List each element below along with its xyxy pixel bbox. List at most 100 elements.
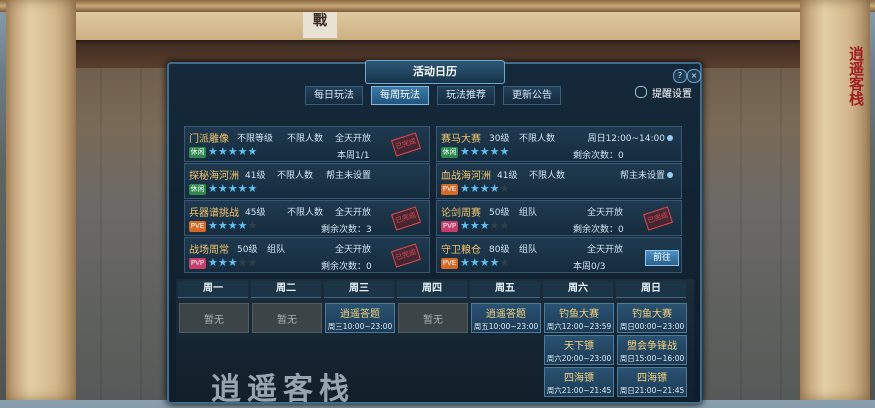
day-header-sun: 周日 [616, 281, 686, 298]
activity-name: 赛马大赛 [441, 134, 481, 145]
activity-limit: 不限人数 [529, 171, 566, 181]
slot-name: 逍遥答题 [340, 309, 380, 320]
activity-level: 80级 [489, 245, 510, 255]
activity-calendar-window: 活动日历 ? × 每日玩法 每周玩法 玩法推荐 更新公告 提醒设置 门派雕像 不… [167, 60, 702, 407]
remind-settings-button[interactable]: 提醒设置 [635, 86, 692, 104]
activity-level: 50级 [237, 245, 258, 255]
activity-tag: 休闲 [189, 184, 206, 195]
schedule-slot[interactable]: 逍遥答题 周三10:00~23:00 [325, 303, 395, 333]
activity-card[interactable]: 血战海河洲 41级 不限人数 帮主未设置 PVE ★★★★★ [436, 163, 682, 199]
rating-stars: ★★★★★ [460, 219, 510, 232]
activity-count: 剩余次数：0 [573, 225, 624, 235]
activity-time: 全天开放 [334, 134, 371, 144]
completed-stamp: 已完成 [391, 243, 421, 268]
activity-name: 守卫粮仓 [441, 245, 481, 256]
activity-card[interactable]: 门派雕像 不限等级 不限人数 全天开放 休闲 ★★★★★ 本周1/1 已完成 [184, 126, 430, 162]
top-scroll-rod [0, 0, 875, 12]
tab-announcement[interactable]: 更新公告 [503, 86, 561, 105]
slot-time: 周日00:00~23:00 [619, 322, 685, 331]
activity-level: 不限等级 [237, 134, 274, 144]
slot-time: 周日15:00~16:00 [619, 354, 685, 363]
activity-time-text: 帮主未设置 [619, 171, 665, 181]
activity-time: 周日12:00~14:00 [588, 131, 673, 144]
slot-name: 暂无 [277, 315, 297, 326]
activity-card[interactable]: 论剑周赛 50级 组队 全天开放 PVP ★★★★★ 剩余次数：0 已完成 [436, 200, 682, 236]
help-button[interactable]: ? [673, 69, 687, 83]
clock-icon [667, 172, 673, 178]
rating-stars: ★★★★★ [208, 145, 258, 158]
slot-time: 周日21:00~21:45 [619, 386, 685, 395]
activity-tag: PVE [441, 184, 458, 195]
activity-level: 30级 [489, 134, 510, 144]
activity-limit: 组队 [267, 245, 286, 255]
completed-stamp: 已完成 [643, 206, 673, 231]
rating-stars: ★★★★★ [460, 145, 510, 158]
slot-time: 周三10:00~23:00 [327, 322, 393, 331]
tab-daily[interactable]: 每日玩法 [305, 86, 363, 105]
activity-time: 全天开放 [586, 245, 623, 255]
slot-name: 钓鱼大赛 [559, 309, 599, 320]
schedule-slot[interactable]: 钓鱼大赛 周日00:00~23:00 [617, 303, 687, 333]
slot-name: 盟会争锋战 [627, 341, 677, 352]
close-button[interactable]: × [687, 69, 701, 83]
activity-card[interactable]: 兵器谱挑战 45级 不限人数 全天开放 PVE ★★★★★ 剩余次数：3 已完成 [184, 200, 430, 236]
activity-card[interactable]: 战场周常 50级 组队 全天开放 PVP ★★★★★ 剩余次数：0 已完成 [184, 237, 430, 273]
activity-count: 剩余次数：3 [321, 225, 372, 235]
slot-time: 周六21:00~21:45 [546, 386, 612, 395]
activity-count: 本周1/1 [337, 151, 370, 161]
completed-stamp: 已完成 [391, 132, 421, 157]
slot-time: 周六12:00~23:59 [546, 322, 612, 331]
activity-level: 50级 [489, 208, 510, 218]
activity-count: 剩余次数：0 [573, 151, 624, 161]
activity-name: 论剑周赛 [441, 208, 481, 219]
activity-time-text: 周日12:00~14:00 [587, 134, 665, 144]
schedule-slot[interactable]: 钓鱼大赛 周六12:00~23:59 [544, 303, 614, 333]
activity-tag: PVP [189, 258, 206, 269]
schedule-slot[interactable]: 四海镖 周六21:00~21:45 [544, 367, 614, 397]
go-button[interactable]: 前往 [645, 250, 679, 266]
slot-name: 暂无 [204, 315, 224, 326]
schedule-slot[interactable]: 逍遥答题 周五10:00~23:00 [471, 303, 541, 333]
slot-name: 天下镖 [564, 341, 594, 352]
tab-recommend[interactable]: 玩法推荐 [437, 86, 495, 105]
left-scroll [6, 0, 76, 400]
activity-name: 战场周常 [189, 245, 229, 256]
day-header-tue: 周二 [251, 281, 321, 298]
activity-tag: PVE [441, 258, 458, 269]
completed-stamp: 已完成 [391, 206, 421, 231]
slot-name: 暂无 [423, 315, 443, 326]
schedule-slot[interactable]: 天下镖 周六20:00~23:00 [544, 335, 614, 365]
clock-icon [635, 86, 647, 98]
day-header-fri: 周五 [470, 281, 540, 298]
activity-limit: 组队 [519, 208, 538, 218]
rating-stars: ★★★★★ [208, 182, 258, 195]
slot-name: 四海镖 [564, 373, 594, 384]
day-header-mon: 周一 [178, 281, 248, 298]
schedule-slot[interactable]: 盟会争锋战 周日15:00~16:00 [617, 335, 687, 365]
activity-limit: 不限人数 [519, 134, 556, 144]
activity-limit: 组队 [519, 245, 538, 255]
activity-name: 门派雕像 [189, 134, 229, 145]
remind-label: 提醒设置 [652, 89, 692, 100]
schedule-slot: 暂无 [179, 303, 249, 333]
activity-time: 全天开放 [586, 208, 623, 218]
day-header-sat: 周六 [543, 281, 613, 298]
seal-logo: 逍遥客栈 [847, 46, 865, 106]
activity-tag: 休闲 [441, 147, 458, 158]
schedule-slot: 暂无 [398, 303, 468, 333]
slot-name: 逍遥答题 [486, 309, 526, 320]
activity-level: 45级 [245, 208, 266, 218]
activity-tag: 休闲 [189, 147, 206, 158]
tab-weekly[interactable]: 每周玩法 [371, 86, 429, 105]
activity-card[interactable]: 守卫粮仓 80级 组队 全天开放 PVE ★★★★★ 本周0/3 前往 [436, 237, 682, 273]
activity-card[interactable]: 赛马大赛 30级 不限人数 周日12:00~14:00 休闲 ★★★★★ 剩余次… [436, 126, 682, 162]
activity-limit: 不限人数 [287, 208, 324, 218]
rating-stars: ★★★★★ [460, 182, 510, 195]
activity-card[interactable]: 探秘海河洲 41级 不限人数 帮主未设置 休闲 ★★★★★ [184, 163, 430, 199]
rating-stars: ★★★★★ [208, 256, 258, 269]
tab-bar: 每日玩法 每周玩法 玩法推荐 更新公告 [305, 86, 561, 105]
activity-limit: 不限人数 [277, 171, 314, 181]
activity-name: 探秘海河洲 [189, 171, 239, 182]
window-title: 活动日历 [365, 60, 505, 84]
schedule-slot[interactable]: 四海镖 周日21:00~21:45 [617, 367, 687, 397]
